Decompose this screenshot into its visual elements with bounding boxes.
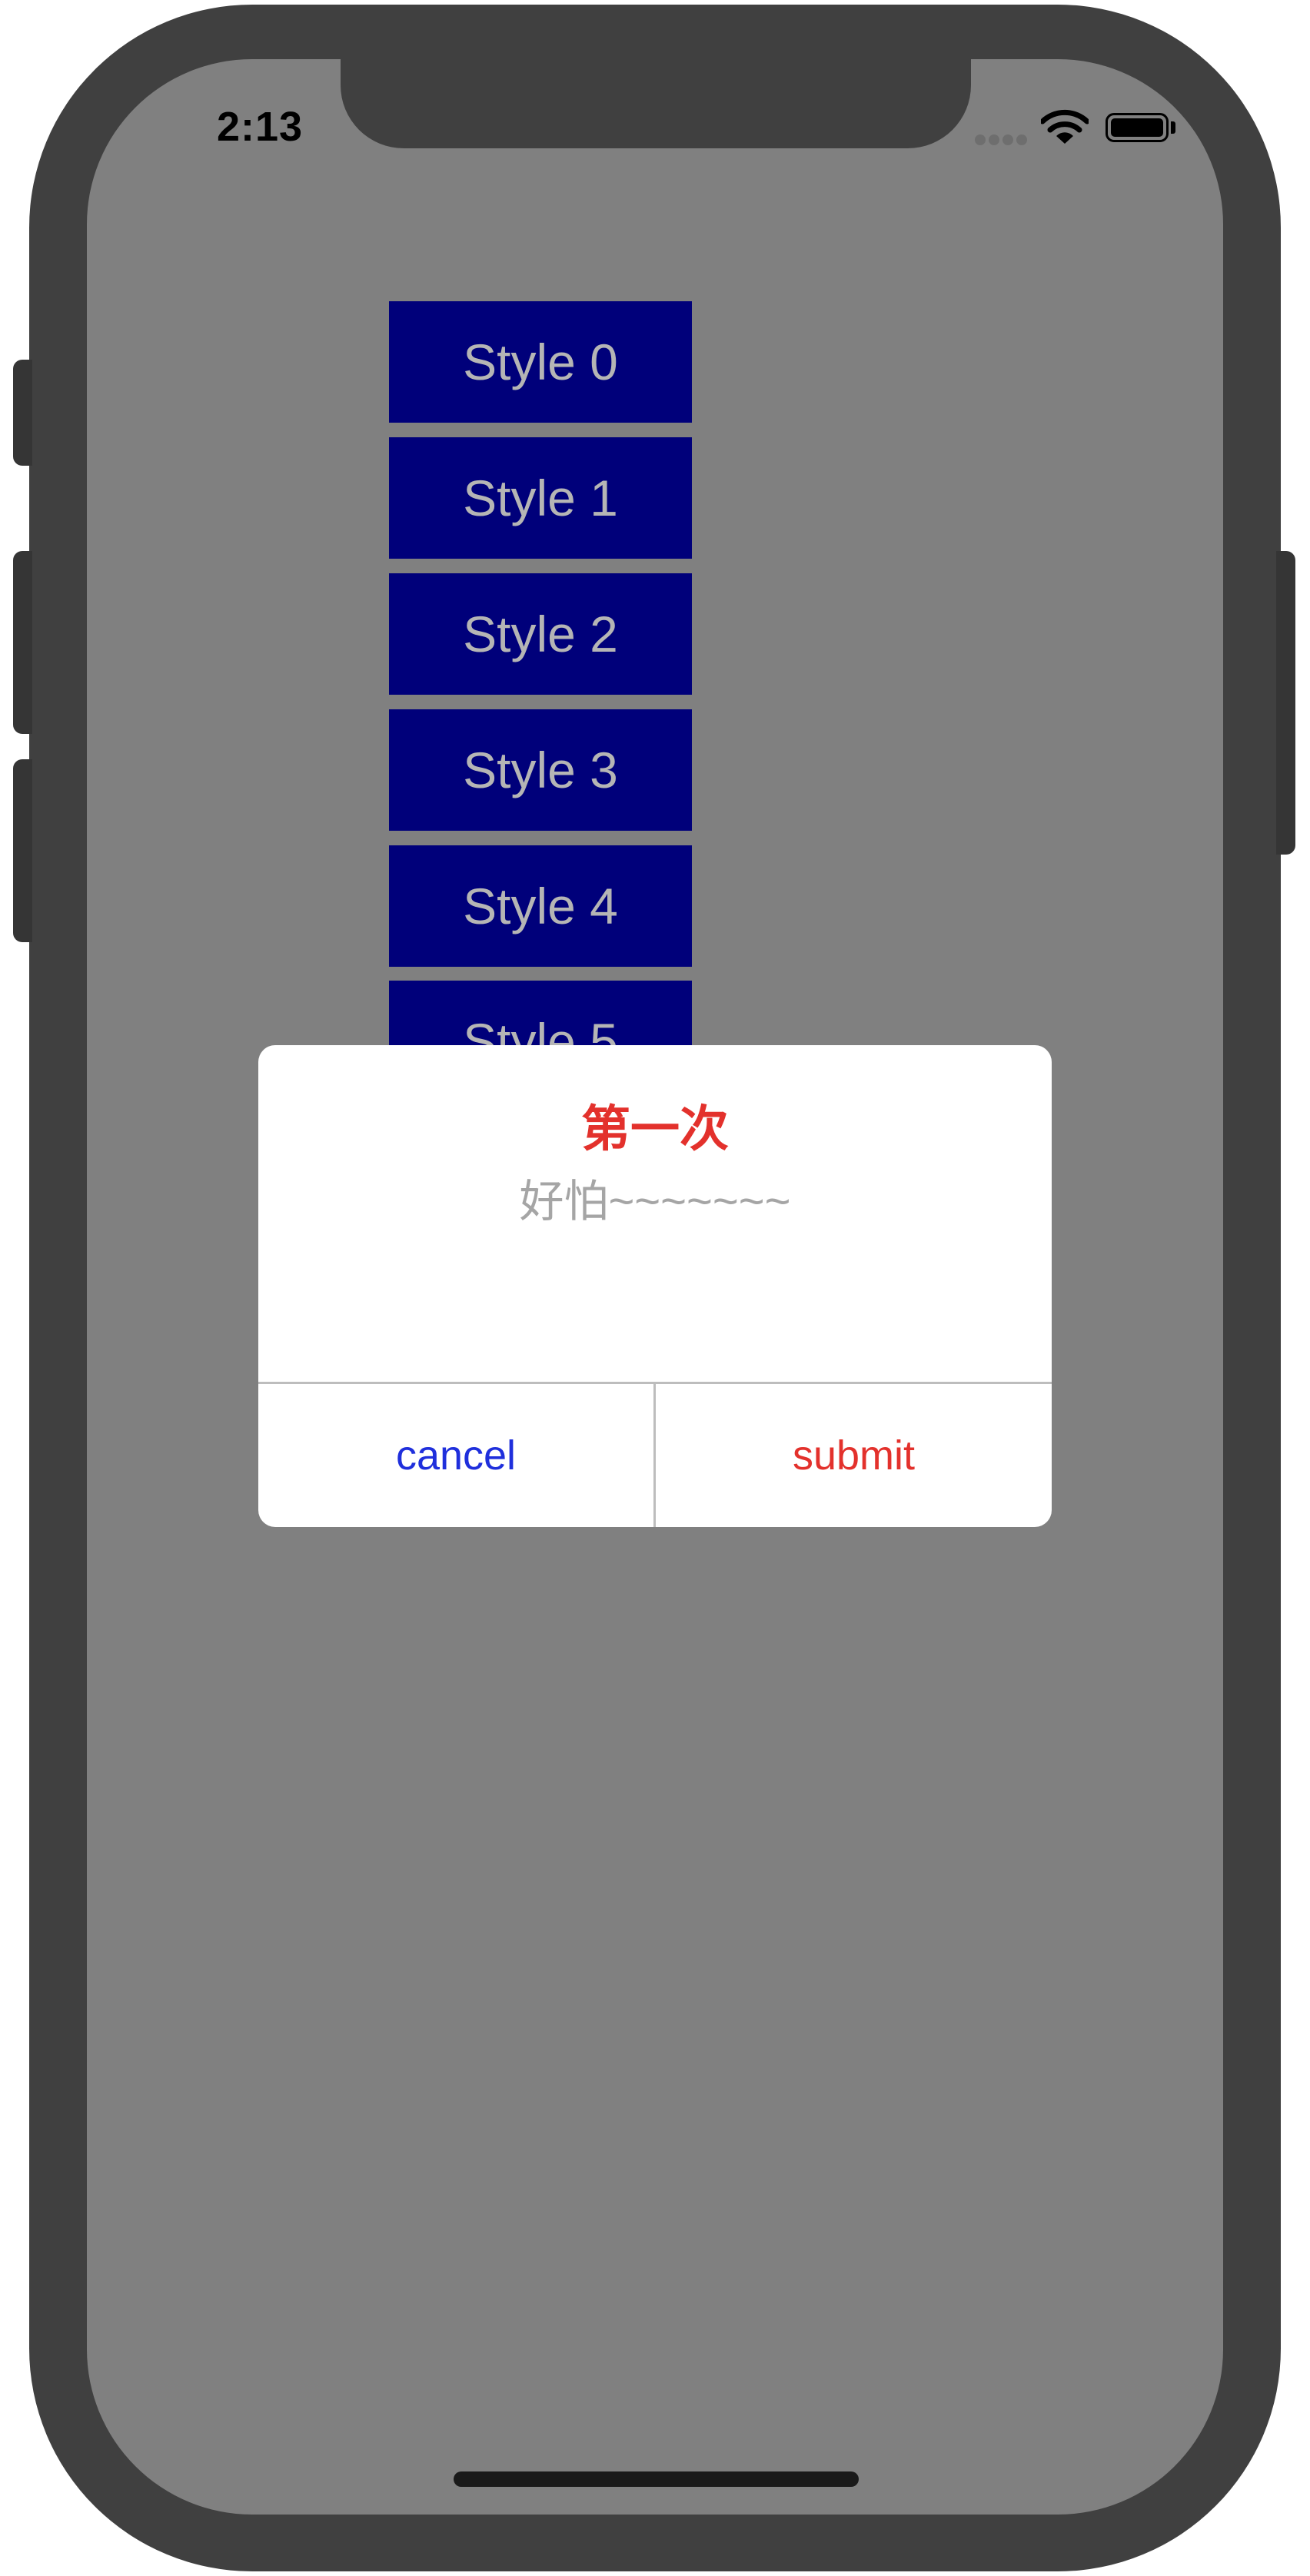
- style-1-button[interactable]: Style 1: [389, 437, 692, 559]
- mute-switch: [13, 360, 32, 466]
- style-0-button[interactable]: Style 0: [389, 301, 692, 423]
- alert-dialog: 第一次 好怕~~~~~~~ cancel submit: [258, 1045, 1052, 1527]
- notch: [341, 59, 971, 148]
- style-4-button[interactable]: Style 4: [389, 845, 692, 967]
- cancel-button[interactable]: cancel: [258, 1384, 653, 1527]
- battery-icon: [1106, 113, 1169, 142]
- wifi-icon: [1041, 109, 1089, 144]
- status-time: 2:13: [216, 104, 304, 150]
- style-2-button[interactable]: Style 2: [389, 573, 692, 695]
- volume-down-button: [13, 759, 32, 942]
- volume-up-button: [13, 551, 32, 734]
- phone-screen: 2:13 Style 0 Style 1 Style 2 Style 3 Sty…: [87, 59, 1223, 2515]
- submit-button[interactable]: submit: [656, 1384, 1052, 1527]
- signal-icon: [975, 134, 1029, 147]
- style-3-button[interactable]: Style 3: [389, 709, 692, 831]
- power-button: [1276, 551, 1295, 855]
- battery-cap: [1171, 121, 1175, 134]
- home-indicator[interactable]: [454, 2471, 859, 2487]
- dialog-title: 第一次: [581, 1101, 729, 1157]
- dialog-message: 好怕~~~~~~~: [519, 1177, 791, 1227]
